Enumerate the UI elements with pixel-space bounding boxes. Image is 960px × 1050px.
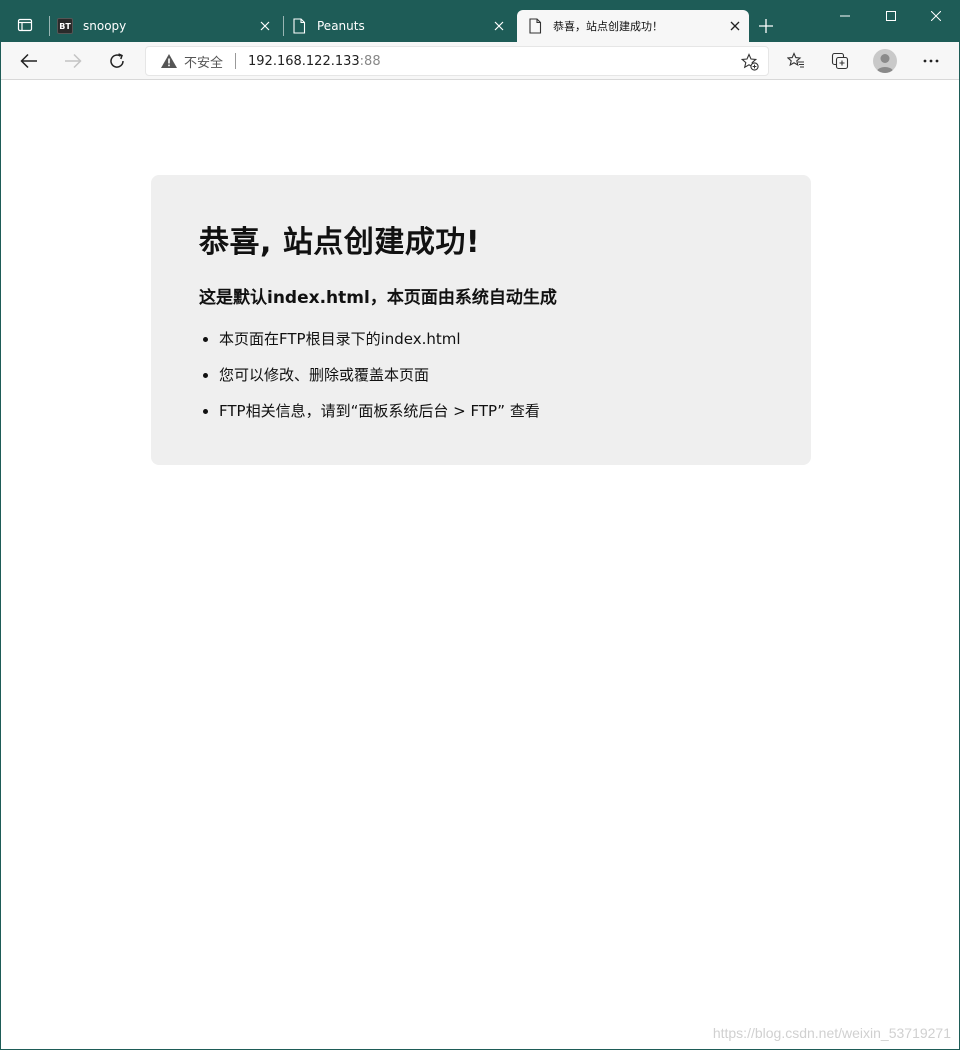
more-icon: [923, 59, 939, 63]
close-tab-button[interactable]: [725, 16, 745, 36]
page-viewport: 恭喜, 站点创建成功! 这是默认index.html，本页面由系统自动生成 本页…: [1, 81, 959, 1049]
tab-actions-button[interactable]: [9, 10, 41, 40]
minimize-icon: [840, 15, 850, 17]
page-icon: [291, 18, 307, 34]
refresh-button[interactable]: [102, 46, 132, 76]
tab-peanuts[interactable]: Peanuts: [291, 10, 513, 42]
new-tab-button[interactable]: [753, 13, 779, 39]
list-item: FTP相关信息，请到“面板系统后台 > FTP” 查看: [219, 402, 763, 421]
list-item: 您可以修改、删除或覆盖本页面: [219, 366, 763, 385]
back-button[interactable]: [14, 46, 44, 76]
forward-button[interactable]: [58, 46, 88, 76]
maximize-icon: [886, 11, 896, 21]
add-favorite-button[interactable]: [740, 52, 760, 72]
collections-icon: [831, 52, 849, 70]
tab-actions-icon: [17, 18, 33, 32]
close-tab-button[interactable]: [255, 16, 275, 36]
refresh-icon: [110, 53, 124, 68]
tab-strip: BT snoopy Peanuts 恭喜，站点创建成功！: [1, 1, 959, 42]
close-icon: [931, 11, 941, 21]
star-add-icon: [741, 53, 759, 71]
collections-button[interactable]: [825, 46, 855, 76]
profile-avatar[interactable]: [873, 49, 897, 73]
tab-title: snoopy: [83, 19, 127, 33]
url-port[interactable]: :88: [360, 54, 381, 69]
favorites-button[interactable]: [781, 46, 811, 76]
close-tab-button[interactable]: [489, 16, 509, 36]
browser-toolbar: 不安全 192.168.122.133:88: [1, 42, 959, 80]
tab-separator: [283, 16, 284, 36]
person-icon: [876, 54, 894, 73]
bt-badge: BT: [57, 18, 73, 34]
info-list: 本页面在FTP根目录下的index.html 您可以修改、删除或覆盖本页面 FT…: [199, 330, 763, 421]
plus-icon: [759, 19, 773, 33]
tab-title: Peanuts: [317, 19, 365, 33]
favorites-icon: [787, 52, 804, 68]
security-label[interactable]: 不安全: [184, 52, 223, 71]
content-card: 恭喜, 站点创建成功! 这是默认index.html，本页面由系统自动生成 本页…: [151, 175, 811, 465]
minimize-button[interactable]: [822, 1, 868, 31]
close-window-button[interactable]: [913, 1, 959, 31]
watermark: https://blog.csdn.net/weixin_53719271: [712, 1025, 951, 1041]
more-menu-button[interactable]: [916, 46, 946, 76]
bt-favicon-icon: BT: [57, 18, 73, 34]
tab-separator: [49, 16, 50, 36]
close-icon: [494, 21, 504, 31]
page-subtitle: 这是默认index.html，本页面由系统自动生成: [199, 288, 557, 308]
maximize-button[interactable]: [868, 1, 914, 31]
list-item: 本页面在FTP根目录下的index.html: [219, 330, 763, 349]
browser-window: BT snoopy Peanuts 恭喜，站点创建成功！ 不安全 192.168…: [0, 0, 960, 1050]
url-host[interactable]: 192.168.122.133: [248, 54, 360, 69]
arrow-left-icon: [20, 53, 37, 69]
tab-active[interactable]: 恭喜，站点创建成功！: [517, 10, 749, 42]
address-divider: [235, 53, 237, 69]
close-icon: [260, 21, 270, 31]
address-bar[interactable]: 不安全 192.168.122.133:88: [145, 46, 769, 76]
close-icon: [730, 21, 740, 31]
page-icon: [527, 18, 543, 34]
warning-icon: [160, 53, 178, 69]
page-title: 恭喜, 站点创建成功!: [199, 225, 481, 260]
arrow-right-icon: [65, 53, 82, 69]
tab-title: 恭喜，站点创建成功！: [553, 20, 663, 33]
tab-snoopy[interactable]: BT snoopy: [57, 10, 279, 42]
